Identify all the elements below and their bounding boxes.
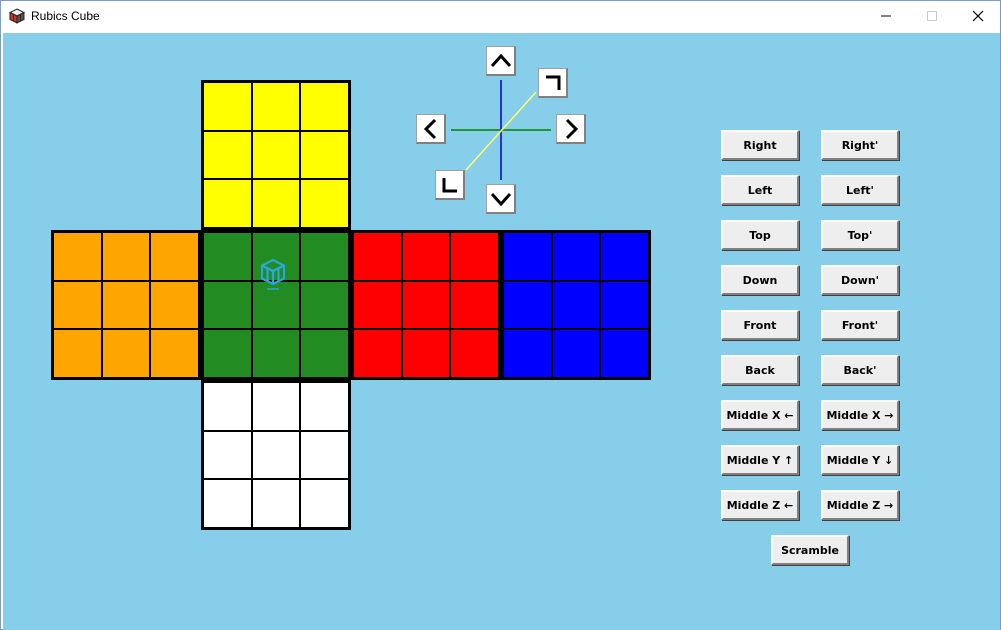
top-button[interactable]: Top — [721, 220, 799, 250]
left-prime-button[interactable]: Left' — [821, 175, 899, 205]
chevron-down-icon — [490, 192, 512, 207]
middle-z-right-button[interactable]: Middle Z → — [821, 490, 899, 520]
chevron-right-icon — [565, 118, 579, 140]
right-prime-button[interactable]: Right' — [821, 130, 899, 160]
rotate-down-button[interactable] — [486, 184, 516, 214]
back-button[interactable]: Back — [721, 355, 799, 385]
rotate-right-button[interactable] — [556, 114, 586, 144]
rotate-left-button[interactable] — [416, 114, 446, 144]
top-prime-button[interactable]: Top' — [821, 220, 899, 250]
down-button[interactable]: Down — [721, 265, 799, 295]
middle-z-left-button[interactable]: Middle Z ← — [721, 490, 799, 520]
rotate-up-button[interactable] — [486, 46, 516, 76]
front-prime-button[interactable]: Front' — [821, 310, 899, 340]
middle-x-left-button[interactable]: Middle X ← — [721, 400, 799, 430]
front-button[interactable]: Front — [721, 310, 799, 340]
chevron-up-icon — [490, 53, 512, 68]
scramble-button[interactable]: Scramble — [771, 535, 849, 565]
back-prime-button[interactable]: Back' — [821, 355, 899, 385]
corner-top-right-icon — [546, 75, 561, 90]
middle-x-right-button[interactable]: Middle X → — [821, 400, 899, 430]
middle-y-down-button[interactable]: Middle Y ↓ — [821, 445, 899, 475]
right-button[interactable]: Right — [721, 130, 799, 160]
left-button[interactable]: Left — [721, 175, 799, 205]
middle-y-up-button[interactable]: Middle Y ↑ — [721, 445, 799, 475]
rotate-diagonal-up-button[interactable] — [538, 68, 568, 98]
corner-bottom-left-icon — [442, 178, 457, 193]
chevron-left-icon — [423, 118, 437, 140]
down-prime-button[interactable]: Down' — [821, 265, 899, 295]
rotate-diagonal-down-button[interactable] — [435, 170, 465, 200]
